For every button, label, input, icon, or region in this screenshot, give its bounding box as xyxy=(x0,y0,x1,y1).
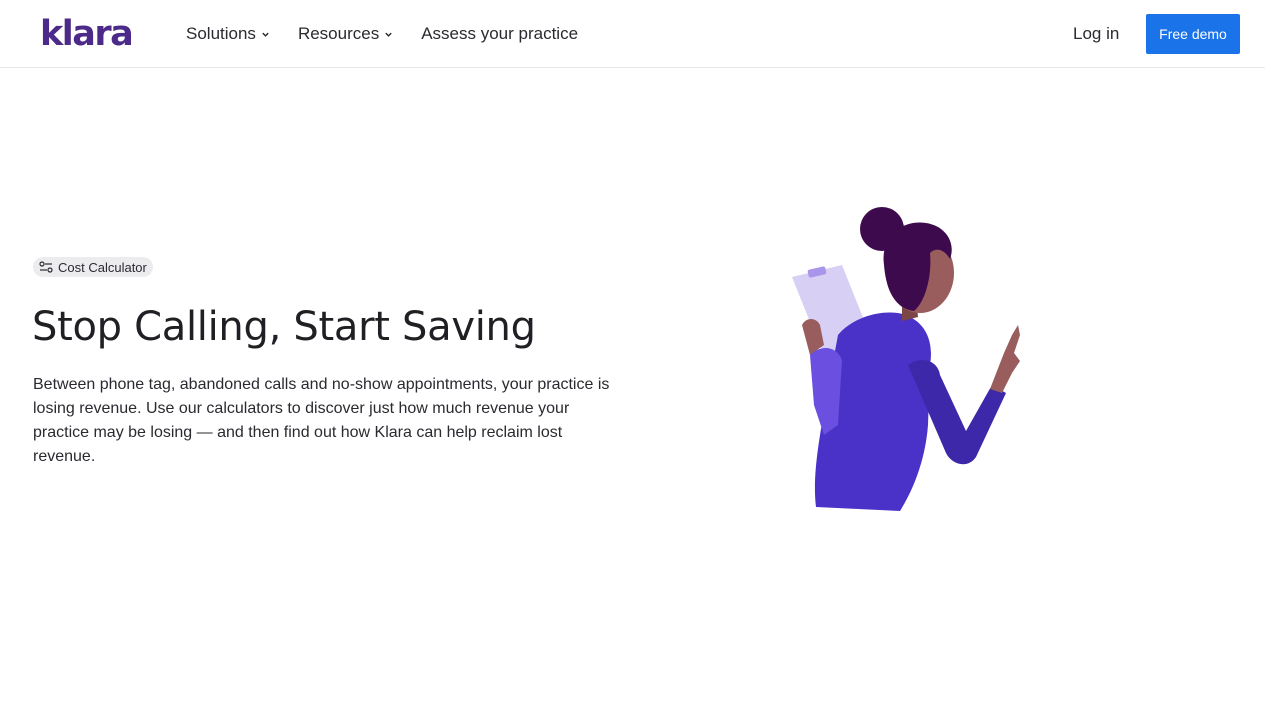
nav-item-solutions[interactable]: Solutions xyxy=(186,22,270,46)
nav-item-label: Assess your practice xyxy=(421,24,579,43)
page-title: Stop Calling, Start Saving xyxy=(32,304,536,350)
klara-logo[interactable]: klara xyxy=(40,14,134,54)
nav-item-label: Resources xyxy=(297,24,380,43)
woman-with-clipboard-illustration xyxy=(792,207,1020,511)
badge-label: Cost Calculator xyxy=(58,259,147,275)
top-navigation: klara Solutions Resources Assess your pr… xyxy=(0,0,1265,68)
hero-description: Between phone tag, abandoned calls and n… xyxy=(33,376,610,465)
nav-item-resources[interactable]: Resources xyxy=(298,22,393,46)
sliders-icon xyxy=(39,261,53,273)
chevron-down-icon xyxy=(262,32,269,37)
login-link[interactable]: Log in xyxy=(1073,22,1119,46)
nav-item-assess-practice[interactable]: Assess your practice xyxy=(421,22,578,46)
cost-calculator-badge: Cost Calculator xyxy=(33,257,153,277)
nav-item-label: Solutions xyxy=(186,24,256,43)
chevron-down-icon xyxy=(385,32,392,37)
free-demo-button[interactable]: Free demo xyxy=(1146,14,1240,54)
main-nav: Solutions Resources Assess your practice xyxy=(186,22,606,46)
